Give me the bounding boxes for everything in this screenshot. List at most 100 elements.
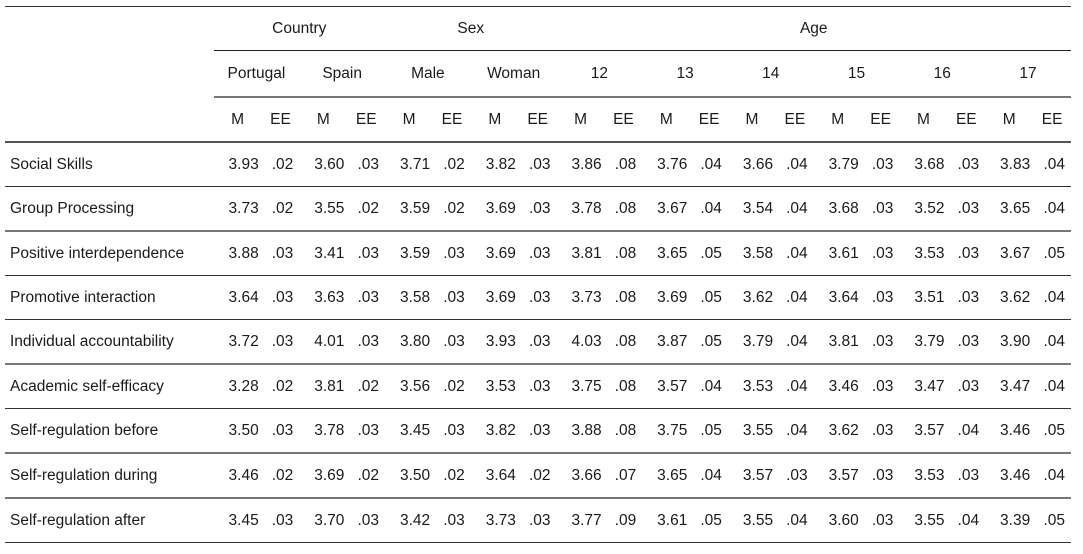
cell-mean: 3.69: [642, 275, 691, 320]
cell-error: .03: [861, 231, 900, 276]
cell-mean: 3.58: [727, 231, 777, 276]
cell-mean: 3.69: [470, 275, 519, 320]
cell-error: .04: [690, 453, 728, 499]
cell-mean: 3.57: [642, 364, 691, 409]
cell-error: .03: [861, 364, 900, 409]
cell-mean: 3.66: [556, 453, 605, 499]
cell-mean: 3.64: [470, 453, 519, 499]
cell-error: .02: [261, 364, 300, 409]
table-row: Promotive interaction 3.64.03 3.63.03 3.58.…: [5, 275, 1071, 320]
cell-error: .03: [861, 142, 900, 187]
cell-error: .07: [604, 453, 643, 499]
cell-mean: 3.73: [556, 275, 605, 320]
cell-error: .03: [947, 364, 986, 409]
cell-error: .03: [433, 408, 471, 454]
cell-error: .03: [518, 275, 557, 320]
stat-header-mean: M: [985, 97, 1034, 143]
cell-error: .04: [690, 142, 728, 187]
cell-mean: 3.53: [899, 453, 948, 499]
cell-mean: 3.79: [899, 319, 948, 365]
cell-error: .04: [776, 275, 814, 320]
row-label: Social Skills: [5, 142, 214, 187]
cell-error: .04: [776, 408, 814, 454]
cell-error: .03: [947, 186, 986, 232]
cell-mean: 3.62: [813, 408, 862, 454]
header-corner: [5, 97, 214, 143]
subgroup-header: 17: [985, 50, 1071, 98]
cell-mean: 3.79: [727, 319, 777, 365]
cell-mean: 3.62: [727, 275, 777, 320]
cell-mean: 3.46: [213, 453, 262, 499]
cell-error: .09: [604, 498, 643, 543]
group-header-country: Country: [213, 6, 386, 51]
cell-mean: 3.79: [813, 142, 862, 187]
table-row: Self-regulation after 3.45.03 3.70.03 3.42.…: [5, 498, 1071, 543]
cell-error: .03: [433, 231, 471, 276]
cell-error: .02: [261, 186, 300, 232]
cell-error: .05: [1033, 231, 1071, 276]
table-row: Social Skills 3.93.02 3.60.03 3.71.02 3.82.0…: [5, 142, 1071, 187]
stat-header-mean: M: [813, 97, 862, 143]
cell-mean: 3.64: [213, 275, 262, 320]
cell-mean: 3.67: [985, 231, 1034, 276]
cell-error: .03: [861, 453, 900, 499]
cell-mean: 4.03: [556, 319, 605, 365]
cell-error: .08: [604, 408, 643, 454]
cell-error: .02: [261, 142, 300, 187]
stat-header-mean: M: [299, 97, 348, 143]
stat-header-mean: M: [556, 97, 605, 143]
cell-mean: 3.72: [213, 319, 262, 365]
cell-error: .03: [261, 498, 300, 543]
cell-error: .04: [776, 142, 814, 187]
subgroup-header: Male: [385, 50, 471, 98]
table-row: Positive interdependence 3.88.03 3.41.03 3.…: [5, 231, 1071, 276]
subgroup-header: 15: [813, 50, 900, 98]
cell-error: .04: [776, 319, 814, 365]
stat-header-error: EE: [604, 97, 643, 143]
subgroup-header-row: Portugal Spain Male Woman 12 13 14 15 16 17: [5, 50, 1071, 98]
cell-error: .03: [261, 231, 300, 276]
cell-error: .03: [433, 275, 471, 320]
stat-header-error: EE: [347, 97, 386, 143]
cell-error: .03: [518, 498, 557, 543]
row-label: Individual accountability: [5, 319, 214, 365]
cell-error: .05: [1033, 498, 1071, 543]
cell-mean: 3.50: [385, 453, 434, 499]
cell-mean: 3.59: [385, 231, 434, 276]
cell-mean: 3.46: [985, 453, 1034, 499]
cell-mean: 3.69: [470, 186, 519, 232]
table-row: Group Processing 3.73.02 3.55.02 3.59.02 3.6…: [5, 186, 1071, 232]
cell-error: .03: [947, 142, 986, 187]
cell-mean: 3.55: [899, 498, 948, 543]
subgroup-header: Spain: [299, 50, 386, 98]
cell-error: .03: [261, 319, 300, 365]
cell-error: .08: [604, 319, 643, 365]
cell-error: .05: [690, 231, 728, 276]
cell-error: .03: [518, 231, 557, 276]
cell-mean: 3.54: [727, 186, 777, 232]
cell-mean: 3.65: [642, 231, 691, 276]
cell-error: .04: [776, 498, 814, 543]
cell-mean: 3.46: [985, 408, 1034, 454]
stat-header-error: EE: [433, 97, 471, 143]
cell-mean: 3.46: [813, 364, 862, 409]
cell-error: .02: [433, 364, 471, 409]
row-label: Promotive interaction: [5, 275, 214, 320]
cell-error: .02: [518, 453, 557, 499]
cell-mean: 3.93: [470, 319, 519, 365]
group-header-age: Age: [556, 6, 1071, 51]
cell-mean: 3.60: [813, 498, 862, 543]
row-label: Self-regulation before: [5, 408, 214, 454]
cell-mean: 3.55: [727, 408, 777, 454]
cell-error: .04: [776, 231, 814, 276]
descriptives-table: Country Sex Age Portugal Spain Male Woman 12…: [5, 6, 1071, 543]
cell-mean: 4.01: [299, 319, 348, 365]
cell-mean: 3.56: [385, 364, 434, 409]
cell-mean: 3.55: [727, 498, 777, 543]
cell-error: .03: [347, 231, 386, 276]
cell-error: .08: [604, 275, 643, 320]
cell-mean: 3.81: [813, 319, 862, 365]
cell-mean: 3.83: [985, 142, 1034, 187]
cell-error: .04: [690, 364, 728, 409]
row-label: Self-regulation after: [5, 498, 214, 543]
